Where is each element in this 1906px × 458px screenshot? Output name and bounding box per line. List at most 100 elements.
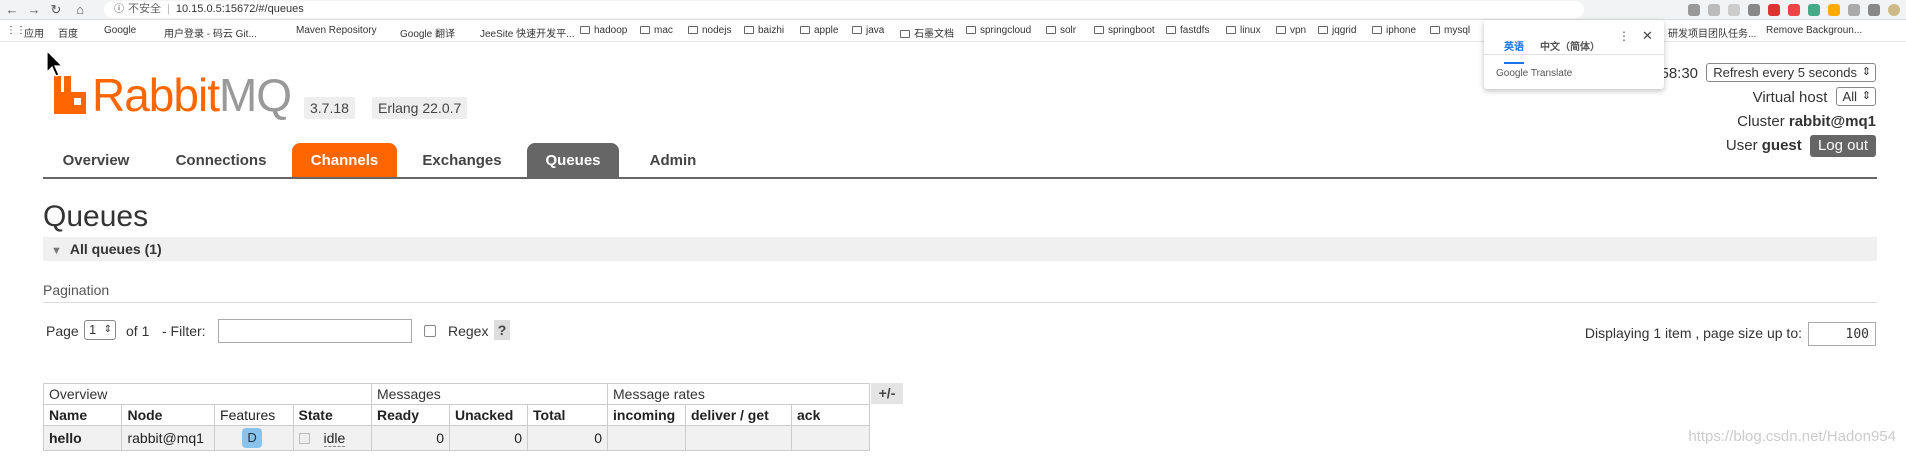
- queue-incoming-rate: [607, 425, 686, 451]
- column-header-ack[interactable]: ack: [791, 404, 870, 426]
- column-toggle-button[interactable]: +/-: [871, 383, 903, 404]
- bookmark-item[interactable]: JeeSite 快速开发平...: [480, 25, 574, 40]
- refresh-time: 58:30: [1660, 65, 1699, 82]
- queue-name-link[interactable]: hello: [42, 425, 123, 451]
- bookmark-item[interactable]: nodejs: [688, 25, 731, 36]
- bookmark-item[interactable]: 应用: [24, 25, 44, 40]
- table-row[interactable]: hello rabbit@mq1 D idle 0 0 0: [42, 425, 870, 451]
- cluster-label: Cluster: [1737, 113, 1785, 130]
- tab-connections[interactable]: Connections: [158, 143, 284, 177]
- reload-icon[interactable]: ↻: [48, 2, 64, 18]
- bookmark-item[interactable]: springcloud: [966, 25, 1031, 36]
- close-icon[interactable]: ✕: [1642, 28, 1653, 44]
- bookmark-item[interactable]: iphone: [1372, 25, 1416, 36]
- extension-icon[interactable]: [1868, 4, 1880, 16]
- bookmark-item[interactable]: Remove Backgroun...: [1766, 25, 1862, 36]
- regex-checkbox[interactable]: [424, 325, 436, 337]
- queue-total: 0: [527, 425, 608, 451]
- queue-deliver-get-rate: [685, 425, 792, 451]
- state-indicator-icon: [298, 433, 310, 444]
- refresh-select[interactable]: Refresh every 5 seconds: [1706, 63, 1876, 82]
- folder-icon: [1094, 26, 1104, 34]
- folder-icon: [688, 26, 698, 34]
- regex-help-button[interactable]: ?: [494, 320, 510, 340]
- bookmark-item[interactable]: vpn: [1276, 25, 1306, 36]
- tab-queues[interactable]: Queues: [527, 143, 619, 177]
- queue-state: idle: [292, 425, 372, 451]
- extension-icon[interactable]: [1848, 4, 1860, 16]
- state-text: idle: [323, 430, 346, 447]
- bookmark-item[interactable]: jqgrid: [1318, 25, 1356, 36]
- extension-icon[interactable]: [1828, 4, 1840, 16]
- bookmark-item[interactable]: fastdfs: [1166, 25, 1209, 36]
- regex-label: Regex: [448, 323, 489, 339]
- virtual-host-select[interactable]: All: [1835, 87, 1876, 106]
- bookmark-item[interactable]: 石墨文档: [900, 25, 954, 40]
- extension-icon[interactable]: [1788, 4, 1800, 16]
- bookmark-item[interactable]: hadoop: [580, 25, 627, 36]
- bookmark-item[interactable]: Maven Repository: [296, 25, 377, 36]
- bookmark-item[interactable]: linux: [1226, 25, 1261, 36]
- translate-icon[interactable]: [1688, 4, 1700, 16]
- extension-icon[interactable]: [1748, 4, 1760, 16]
- bookmark-item[interactable]: mac: [640, 25, 673, 36]
- all-queues-section-toggle[interactable]: ▼ All queues (1): [43, 237, 1877, 261]
- bookmark-item[interactable]: 研发项目团队任务...: [1668, 25, 1756, 40]
- column-header-total[interactable]: Total: [527, 404, 608, 426]
- column-header-name[interactable]: Name: [42, 404, 123, 426]
- durable-badge: D: [242, 428, 263, 448]
- apps-icon[interactable]: ⋮⋮: [6, 25, 26, 36]
- profile-avatar[interactable]: [1888, 4, 1900, 16]
- tab-overview[interactable]: Overview: [43, 143, 149, 177]
- info-icon[interactable]: ⓘ: [114, 4, 124, 15]
- folder-icon: [1046, 26, 1056, 34]
- bookmark-item[interactable]: baizhi: [744, 25, 784, 36]
- tab-admin[interactable]: Admin: [628, 143, 718, 177]
- bookmark-item[interactable]: apple: [800, 25, 838, 36]
- filter-input[interactable]: [218, 319, 412, 343]
- bookmark-item[interactable]: springboot: [1094, 25, 1155, 36]
- back-icon[interactable]: ←: [4, 2, 20, 17]
- logo-text-mq: MQ: [218, 69, 292, 121]
- bookmark-item[interactable]: 用户登录 - 码云 Git...: [164, 25, 257, 40]
- page-size-input[interactable]: 100: [1808, 322, 1876, 346]
- address-bar[interactable]: ⓘ 不安全 | 10.15.0.5:15672/#/queues: [104, 1, 1584, 18]
- table-column-header-row: Name Node Features State Ready Unacked T…: [42, 404, 870, 426]
- bookmark-item[interactable]: mysql: [1430, 25, 1470, 36]
- logo-text-rabbit: Rabbit: [92, 69, 220, 121]
- translate-tab-english[interactable]: 英语: [1504, 30, 1524, 64]
- translate-tab-chinese[interactable]: 中文（简体）: [1540, 30, 1600, 64]
- page-select[interactable]: 1: [84, 320, 116, 340]
- page-label: Page: [46, 323, 79, 339]
- column-header-unacked[interactable]: Unacked: [449, 404, 528, 426]
- bookmark-item[interactable]: 百度: [58, 25, 78, 40]
- column-header-incoming[interactable]: incoming: [607, 404, 686, 426]
- browser-toolbar: ← → ↻ ⌂ ⓘ 不安全 | 10.15.0.5:15672/#/queues: [0, 0, 1906, 20]
- extension-icon[interactable]: [1768, 4, 1780, 16]
- zoom-icon[interactable]: [1708, 4, 1720, 16]
- displaying-text: Displaying 1 item , page size up to:: [1584, 325, 1802, 341]
- star-icon[interactable]: [1728, 4, 1740, 16]
- extension-icon[interactable]: [1808, 4, 1820, 16]
- forward-icon[interactable]: →: [26, 2, 42, 17]
- group-header-messages: Messages: [371, 383, 608, 405]
- tab-channels[interactable]: Channels: [292, 143, 397, 177]
- column-header-deliver-get[interactable]: deliver / get: [685, 404, 792, 426]
- bookmark-item[interactable]: solr: [1046, 25, 1076, 36]
- url-text: 10.15.0.5:15672/#/queues: [175, 3, 304, 15]
- translate-popup: 英语 中文（简体） ⋮ ✕ Google Translate: [1484, 20, 1664, 89]
- column-header-features[interactable]: Features: [214, 404, 294, 426]
- tab-exchanges[interactable]: Exchanges: [406, 143, 518, 177]
- folder-icon: [1372, 26, 1382, 34]
- more-options-icon[interactable]: ⋮: [1618, 29, 1630, 43]
- column-header-ready[interactable]: Ready: [371, 404, 450, 426]
- page-of-label: of 1: [126, 323, 150, 339]
- column-header-state[interactable]: State: [292, 404, 372, 426]
- bookmark-item[interactable]: Google 翻译: [400, 25, 455, 40]
- group-header-overview: Overview: [43, 383, 372, 405]
- column-header-node[interactable]: Node: [121, 404, 216, 426]
- bookmark-item[interactable]: java: [852, 25, 884, 36]
- home-icon[interactable]: ⌂: [72, 2, 88, 17]
- rabbitmq-logo[interactable]: RabbitMQ: [52, 69, 292, 121]
- bookmark-item[interactable]: Google: [104, 25, 136, 36]
